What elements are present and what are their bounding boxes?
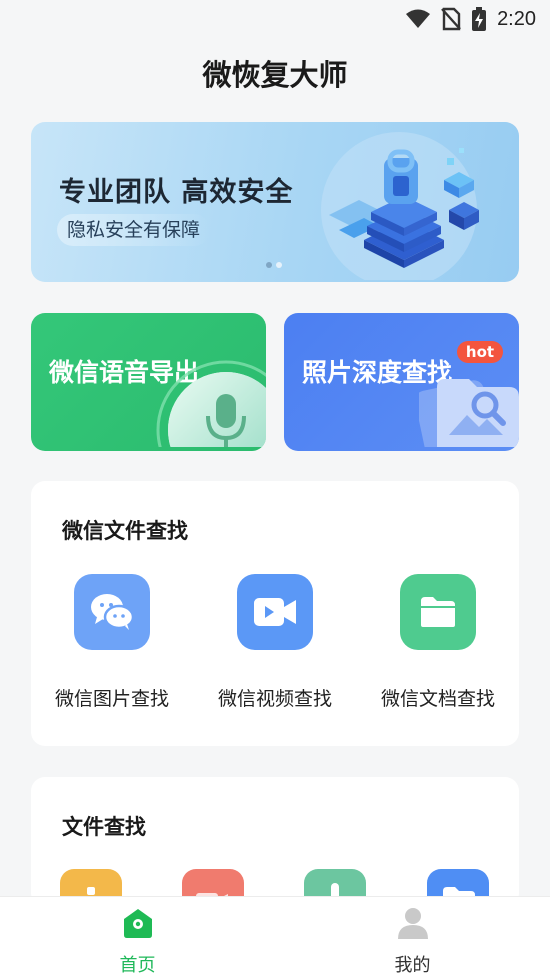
banner-title: 专业团队 高效安全	[59, 177, 294, 208]
file-search-section: 文件查找	[31, 777, 519, 907]
wechat-document-search-label: 微信文档查找	[380, 688, 495, 710]
hot-badge: hot	[457, 341, 503, 363]
pagination-dot-active	[266, 262, 272, 268]
wechat-image-search-label: 微信图片查找	[54, 688, 169, 710]
nav-home[interactable]: 首页	[0, 897, 275, 979]
microphone-icon	[156, 352, 266, 451]
user-profile-icon	[396, 907, 430, 943]
nav-profile-label: 我的	[394, 955, 431, 976]
clock: 2:20	[497, 7, 536, 30]
video-camera-icon	[237, 574, 313, 650]
nav-profile[interactable]: 我的	[275, 897, 550, 979]
wechat-video-search-label: 微信视频查找	[217, 688, 332, 710]
battery-charging-icon	[471, 7, 487, 31]
banner-subtitle: 隐私安全有保障	[57, 214, 211, 246]
wechat-chat-icon	[74, 574, 150, 650]
wechat-video-search-button[interactable]: 微信视频查找	[205, 574, 345, 711]
wechat-voice-export-card[interactable]: 微信语音导出	[31, 313, 266, 451]
promo-banner[interactable]: 专业团队 高效安全 隐私安全有保障	[31, 122, 519, 282]
pagination-dot	[276, 262, 282, 268]
security-server-illustration	[309, 130, 499, 282]
no-sim-icon	[441, 7, 461, 31]
wechat-file-search-section: 微信文件查找 微信图片查找 微信视频查找 微信文档查找	[31, 481, 519, 746]
photo-deep-search-card[interactable]: 照片深度查找 hot	[284, 313, 519, 451]
wechat-document-search-button[interactable]: 微信文档查找	[368, 574, 508, 711]
section-title: 微信文件查找	[62, 519, 188, 543]
photo-folder-search-icon	[414, 367, 519, 451]
home-icon	[120, 907, 156, 943]
banner-pagination	[266, 262, 282, 268]
section-title: 文件查找	[62, 815, 146, 839]
wechat-image-search-button[interactable]: 微信图片查找	[42, 574, 182, 711]
status-bar: 2:20	[0, 0, 550, 38]
page-title: 微恢复大师	[202, 58, 348, 92]
wifi-icon	[405, 8, 431, 30]
nav-home-label: 首页	[119, 955, 156, 976]
folder-icon	[400, 574, 476, 650]
bottom-navigation: 首页 我的	[0, 896, 550, 979]
